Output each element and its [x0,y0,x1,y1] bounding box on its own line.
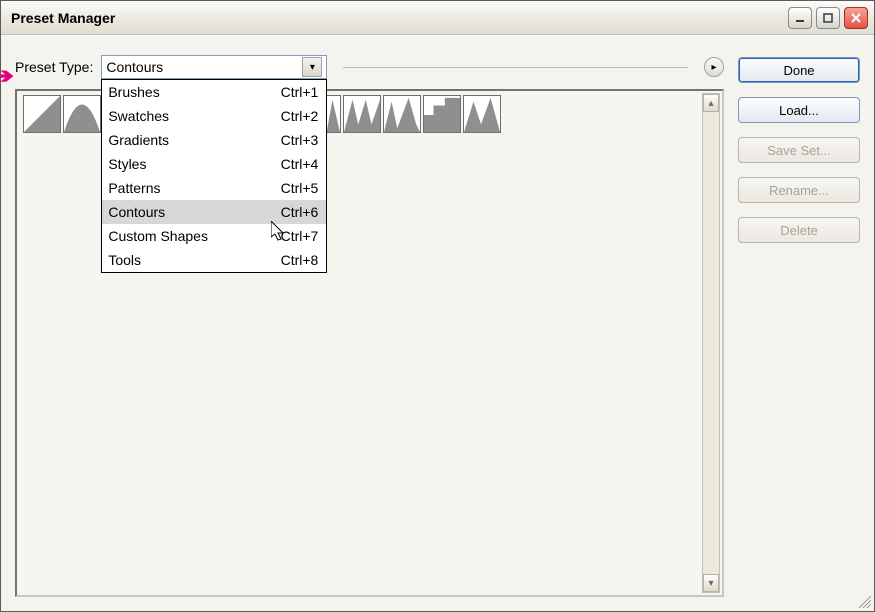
dropdown-item-label: Swatches [108,106,280,126]
preset-type-dropdown-list[interactable]: BrushesCtrl+1SwatchesCtrl+2GradientsCtrl… [101,79,327,273]
dropdown-item-shortcut: Ctrl+1 [281,82,319,102]
dropdown-item-shortcut: Ctrl+7 [281,226,319,246]
maximize-button[interactable] [816,7,840,29]
triangle-right-icon: ▸ [711,62,716,73]
window-controls [788,7,868,29]
preset-type-label: Preset Type: [15,59,93,75]
minimize-button[interactable] [788,7,812,29]
vertical-scrollbar[interactable]: ▴ ▾ [702,93,720,593]
resize-grip-icon[interactable] [857,594,871,608]
combo-display[interactable]: Contours ▾ [101,55,327,79]
contour-thumb-cone[interactable] [63,95,101,133]
close-button[interactable] [844,7,868,29]
close-icon [851,13,861,23]
titlebar: Preset Manager [1,1,874,35]
delete-button: Delete [738,217,860,243]
dropdown-item-styles[interactable]: StylesCtrl+4 [102,152,326,176]
dropdown-item-shortcut: Ctrl+3 [281,130,319,150]
contour-thumb-ring-double[interactable] [343,95,381,133]
dropdown-item-shortcut: Ctrl+6 [281,202,319,222]
dropdown-item-label: Brushes [108,82,280,102]
dropdown-item-shortcut: Ctrl+8 [281,250,319,270]
dropdown-item-patterns[interactable]: PatternsCtrl+5 [102,176,326,200]
window-title: Preset Manager [11,10,788,26]
preset-manager-window: ➔ Preset Manager Preset Type: Contours [0,0,875,612]
content-area: Preset Type: Contours ▾ BrushesCtrl+1Swa… [1,35,874,611]
dropdown-item-label: Gradients [108,130,280,150]
minimize-icon [795,13,805,23]
dropdown-item-label: Contours [108,202,280,222]
chevron-down-icon: ▾ [310,62,315,73]
dropdown-item-custom-shapes[interactable]: Custom ShapesCtrl+7 [102,224,326,248]
contour-thumb-rolling-slope-descending[interactable] [383,95,421,133]
dropdown-item-shortcut: Ctrl+4 [281,154,319,174]
preset-type-row: Preset Type: Contours ▾ BrushesCtrl+1Swa… [15,55,724,79]
contour-thumb-rounded-steps[interactable] [423,95,461,133]
dropdown-item-label: Custom Shapes [108,226,280,246]
preset-type-combo[interactable]: Contours ▾ BrushesCtrl+1SwatchesCtrl+2Gr… [101,55,327,79]
dropdown-item-shortcut: Ctrl+5 [281,178,319,198]
save-set-button: Save Set... [738,137,860,163]
combo-dropdown-button[interactable]: ▾ [302,57,322,77]
dropdown-item-label: Styles [108,154,280,174]
load-button[interactable]: Load... [738,97,860,123]
left-column: Preset Type: Contours ▾ BrushesCtrl+1Swa… [15,55,724,597]
dropdown-item-tools[interactable]: ToolsCtrl+8 [102,248,326,272]
dropdown-item-swatches[interactable]: SwatchesCtrl+2 [102,104,326,128]
flyout-menu-button[interactable]: ▸ [704,57,724,77]
contour-thumb-sawtooth1[interactable] [463,95,501,133]
contour-thumb-linear[interactable] [23,95,61,133]
dropdown-item-gradients[interactable]: GradientsCtrl+3 [102,128,326,152]
rename-button: Rename... [738,177,860,203]
right-button-column: Done Load... Save Set... Rename... Delet… [738,55,860,597]
done-button[interactable]: Done [738,57,860,83]
dropdown-item-brushes[interactable]: BrushesCtrl+1 [102,80,326,104]
combo-selected-text: Contours [106,59,163,75]
dropdown-item-label: Patterns [108,178,280,198]
dropdown-item-shortcut: Ctrl+2 [281,106,319,126]
scroll-up-button[interactable]: ▴ [703,94,719,112]
dropdown-item-contours[interactable]: ContoursCtrl+6 [102,200,326,224]
dropdown-item-label: Tools [108,250,280,270]
maximize-icon [823,13,833,23]
scroll-down-button[interactable]: ▾ [703,574,719,592]
separator-line [343,67,688,68]
